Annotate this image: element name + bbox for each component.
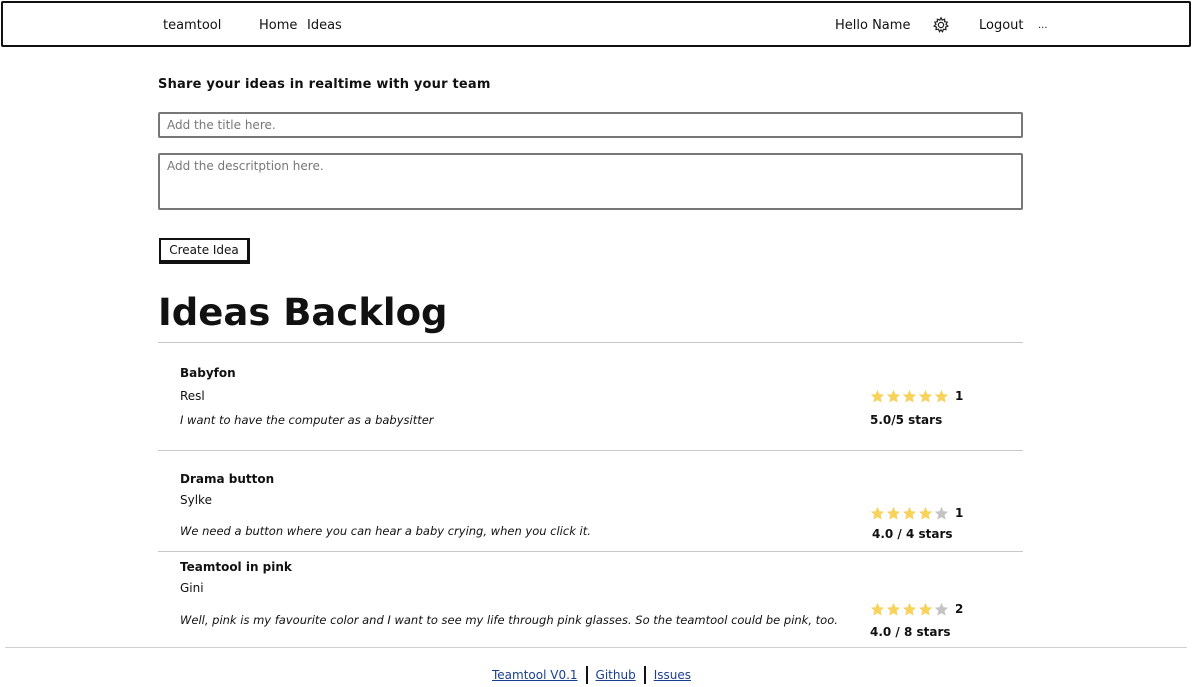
navbar: teamtool Home Ideas Hello Name Logout ..… [1,1,1191,47]
rating-summary: 4.0 / 8 stars [870,625,951,639]
star-filled-icon[interactable] [902,389,917,404]
star-filled-icon[interactable] [870,602,885,617]
idea-divider [158,551,1023,552]
star-filled-icon[interactable] [886,602,901,617]
idea-divider [158,450,1023,451]
footer-separator [643,666,646,684]
idea-description: We need a button where you can hear a ba… [180,524,591,538]
star-empty-icon[interactable] [934,602,949,617]
star-filled-icon[interactable] [902,602,917,617]
vote-count: 1 [955,389,964,403]
form-tagline: Share your ideas in realtime with your t… [158,77,491,92]
star-filled-icon[interactable] [870,506,885,521]
footer-divider [5,647,1187,648]
idea-description: I want to have the computer as a babysit… [180,413,434,427]
idea-title-input[interactable] [158,112,1023,138]
star-filled-icon[interactable] [918,506,933,521]
idea-title: Babyfon [180,366,236,380]
star-rating[interactable] [870,506,949,521]
footer-issues-link[interactable]: Issues [654,668,691,682]
user-greeting: Hello Name [835,18,911,33]
star-filled-icon[interactable] [902,506,917,521]
idea-description-input[interactable] [158,153,1023,210]
backlog-heading: Ideas Backlog [158,291,448,334]
gear-icon-graphic [933,16,949,33]
nav-home-link[interactable]: Home [259,17,297,35]
idea-title: Drama button [180,472,275,486]
star-filled-icon[interactable] [886,506,901,521]
idea-author: Sylke [180,493,212,507]
footer-version-link[interactable]: Teamtool V0.1 [492,668,578,682]
star-filled-icon[interactable] [934,389,949,404]
idea-title: Teamtool in pink [180,560,292,574]
backlog-divider [158,342,1023,343]
idea-description: Well, pink is my favourite color and I w… [180,613,838,627]
create-idea-button[interactable]: Create Idea [159,238,250,264]
star-rating[interactable] [870,389,949,404]
footer: Teamtool V0.1 Github Issues [492,666,691,684]
idea-author: Gini [180,581,204,595]
logout-link[interactable]: Logout [979,17,1024,35]
star-empty-icon[interactable] [934,506,949,521]
star-filled-icon[interactable] [918,602,933,617]
vote-count: 1 [955,506,964,520]
star-filled-icon[interactable] [918,389,933,404]
brand-link[interactable]: teamtool [163,17,221,35]
footer-github-link[interactable]: Github [596,668,636,682]
star-rating[interactable] [870,602,949,617]
footer-separator [585,666,588,684]
star-filled-icon[interactable] [870,389,885,404]
gear-icon[interactable] [932,16,950,34]
nav-ideas-link[interactable]: Ideas [307,17,342,35]
rating-summary: 5.0/5 stars [870,413,943,427]
more-menu[interactable]: ... [1038,17,1048,35]
star-filled-icon[interactable] [886,389,901,404]
idea-author: Resl [180,389,205,403]
rating-summary: 4.0 / 4 stars [872,527,953,541]
vote-count: 2 [955,602,964,616]
